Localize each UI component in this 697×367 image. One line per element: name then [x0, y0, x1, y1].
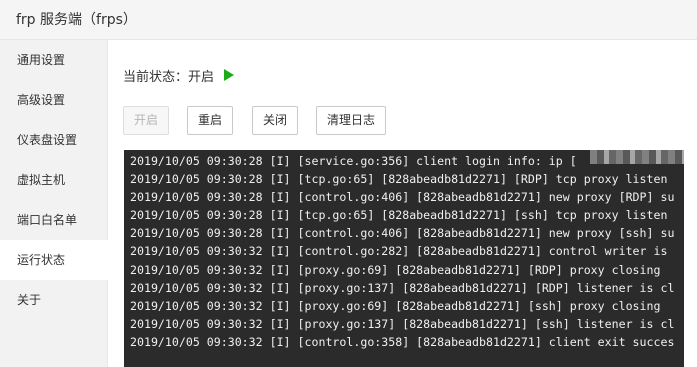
- sidebar-item-virtual-host[interactable]: 虚拟主机: [0, 160, 108, 200]
- sidebar-item-general-settings[interactable]: 通用设置: [0, 40, 108, 80]
- stop-button[interactable]: 关闭: [252, 106, 298, 135]
- sidebar-item-dashboard-settings[interactable]: 仪表盘设置: [0, 120, 108, 160]
- sidebar-item-advanced-settings[interactable]: 高级设置: [0, 80, 108, 120]
- restart-button[interactable]: 重启: [187, 106, 233, 135]
- status-line: 当前状态： 开启: [123, 66, 235, 85]
- play-icon: [224, 69, 235, 81]
- log-line: 2019/10/05 09:30:28 [I] [tcp.go:65] [828…: [130, 172, 668, 187]
- log-line: 2019/10/05 09:30:32 [I] [proxy.go:137] […: [130, 316, 675, 331]
- sidebar: 通用设置 高级设置 仪表盘设置 虚拟主机 端口白名单 运行状态 关于: [0, 40, 109, 367]
- redacted-ip-mosaic: [590, 150, 684, 164]
- log-line: 2019/10/05 09:30:32 [I] [proxy.go:137] […: [130, 280, 675, 295]
- log-line: 2019/10/05 09:30:32 [I] [proxy.go:69] [8…: [130, 262, 661, 277]
- sidebar-item-about[interactable]: 关于: [0, 280, 108, 320]
- title-bar: frp 服务端（frps）: [0, 0, 697, 40]
- status-label: 当前状态：: [123, 69, 189, 85]
- sidebar-item-run-status[interactable]: 运行状态: [0, 240, 109, 280]
- sidebar-item-port-whitelist[interactable]: 端口白名单: [0, 200, 108, 240]
- log-line: 2019/10/05 09:30:28 [I] [tcp.go:65] [828…: [130, 208, 668, 223]
- log-console[interactable]: 2019/10/05 09:30:28 [I] [service.go:356]…: [124, 150, 684, 367]
- log-line: 2019/10/05 09:30:32 [I] [proxy.go:69] [8…: [130, 298, 661, 313]
- window-title: frp 服务端（frps）: [16, 12, 137, 28]
- clear-log-button[interactable]: 清理日志: [316, 106, 386, 135]
- log-line: 2019/10/05 09:30:32 [I] [control.go:358]…: [130, 334, 675, 349]
- start-button[interactable]: 开启: [123, 106, 169, 135]
- main-panel: 当前状态： 开启 开启 重启 关闭 清理日志 2019/10/05 09:30:…: [109, 40, 697, 367]
- log-line: 2019/10/05 09:30:28 [I] [control.go:406]…: [130, 226, 675, 241]
- status-value: 开启: [188, 69, 215, 85]
- log-line: 2019/10/05 09:30:32 [I] [control.go:282]…: [130, 244, 668, 259]
- log-line: 2019/10/05 09:30:28 [I] [control.go:406]…: [130, 190, 675, 205]
